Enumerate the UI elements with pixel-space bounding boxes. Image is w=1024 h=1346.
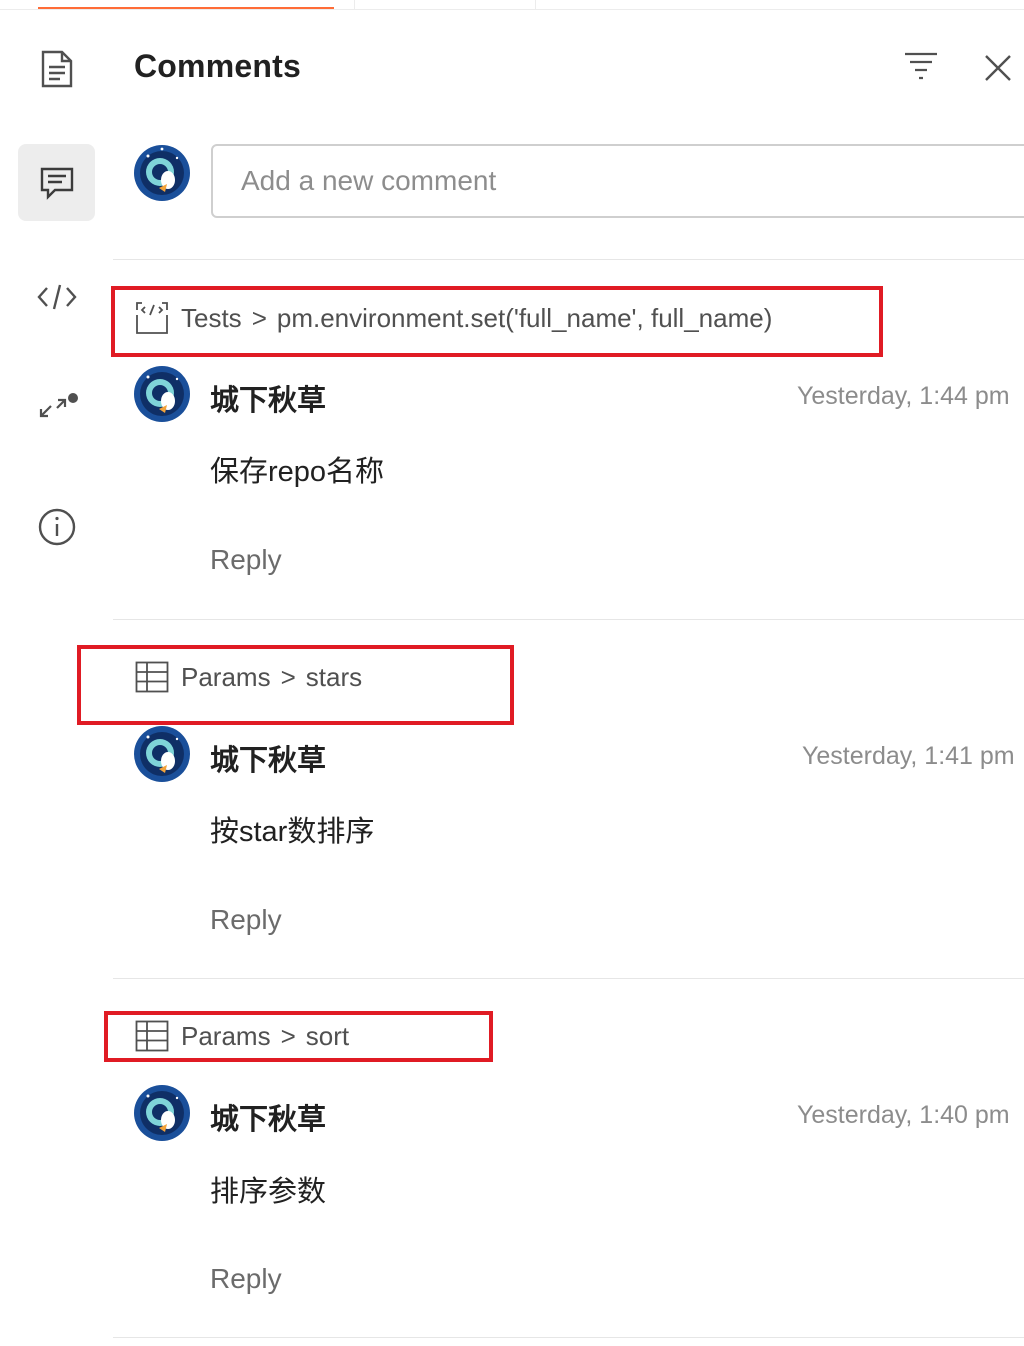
tab-divider bbox=[354, 0, 355, 9]
divider bbox=[113, 978, 1024, 979]
comment-context-link[interactable]: Params > sort bbox=[135, 1020, 349, 1052]
comment-body: 按star数排序 bbox=[210, 816, 375, 848]
divider bbox=[113, 1337, 1024, 1338]
tab-divider bbox=[535, 0, 536, 9]
reply-button[interactable]: Reply bbox=[210, 1263, 282, 1295]
context-target: sort bbox=[305, 1020, 350, 1051]
context-separator: > bbox=[280, 661, 296, 692]
panel-title: Comments bbox=[134, 48, 301, 84]
resize-icon bbox=[39, 392, 78, 417]
avatar bbox=[133, 725, 191, 783]
comment-context-link[interactable]: Tests > pm.environment.set('full_name', … bbox=[135, 301, 772, 335]
rail-document-button[interactable] bbox=[18, 30, 95, 107]
close-button[interactable] bbox=[978, 48, 1018, 88]
comment-body: 保存repo名称 bbox=[210, 456, 385, 488]
filter-button[interactable] bbox=[900, 46, 942, 86]
divider bbox=[113, 259, 1024, 260]
document-icon bbox=[41, 50, 72, 87]
reply-button[interactable]: Reply bbox=[210, 544, 282, 576]
comment-icon bbox=[40, 167, 73, 200]
table-icon bbox=[135, 1020, 169, 1052]
comment-author: 城下秋草 bbox=[210, 745, 327, 777]
context-separator: > bbox=[251, 302, 267, 333]
comment-author: 城下秋草 bbox=[210, 385, 327, 417]
rail-info-button[interactable] bbox=[18, 488, 95, 565]
rail-code-button[interactable] bbox=[18, 258, 95, 335]
top-tab-strip bbox=[0, 0, 1024, 10]
context-section: Params bbox=[181, 661, 271, 692]
new-comment-input[interactable] bbox=[211, 144, 1024, 218]
avatar bbox=[133, 365, 191, 423]
comment-body: 排序参数 bbox=[210, 1176, 327, 1208]
divider bbox=[113, 619, 1024, 620]
comment-context-link[interactable]: Params > stars bbox=[135, 661, 362, 693]
rail-related-button[interactable] bbox=[18, 372, 95, 449]
code-snippet-icon bbox=[135, 301, 169, 335]
context-target: stars bbox=[305, 661, 363, 692]
table-icon bbox=[135, 661, 169, 693]
active-tab-indicator bbox=[38, 7, 334, 9]
comment-timestamp: Yesterday, 1:41 pm bbox=[802, 742, 1015, 770]
avatar bbox=[133, 1084, 191, 1142]
filter-icon bbox=[905, 52, 937, 80]
context-target: pm.environment.set('full_name', full_nam… bbox=[276, 302, 773, 333]
info-icon bbox=[38, 508, 75, 545]
current-user-avatar bbox=[133, 144, 191, 202]
context-separator: > bbox=[280, 1020, 296, 1051]
rail-comments-button[interactable] bbox=[18, 144, 95, 221]
context-section: Params bbox=[181, 1020, 271, 1051]
comment-timestamp: Yesterday, 1:44 pm bbox=[797, 382, 1010, 410]
code-icon bbox=[36, 284, 77, 309]
comment-timestamp: Yesterday, 1:40 pm bbox=[797, 1101, 1010, 1129]
close-icon bbox=[985, 55, 1011, 81]
reply-button[interactable]: Reply bbox=[210, 904, 282, 936]
comment-author: 城下秋草 bbox=[210, 1104, 327, 1136]
context-section: Tests bbox=[181, 302, 242, 333]
